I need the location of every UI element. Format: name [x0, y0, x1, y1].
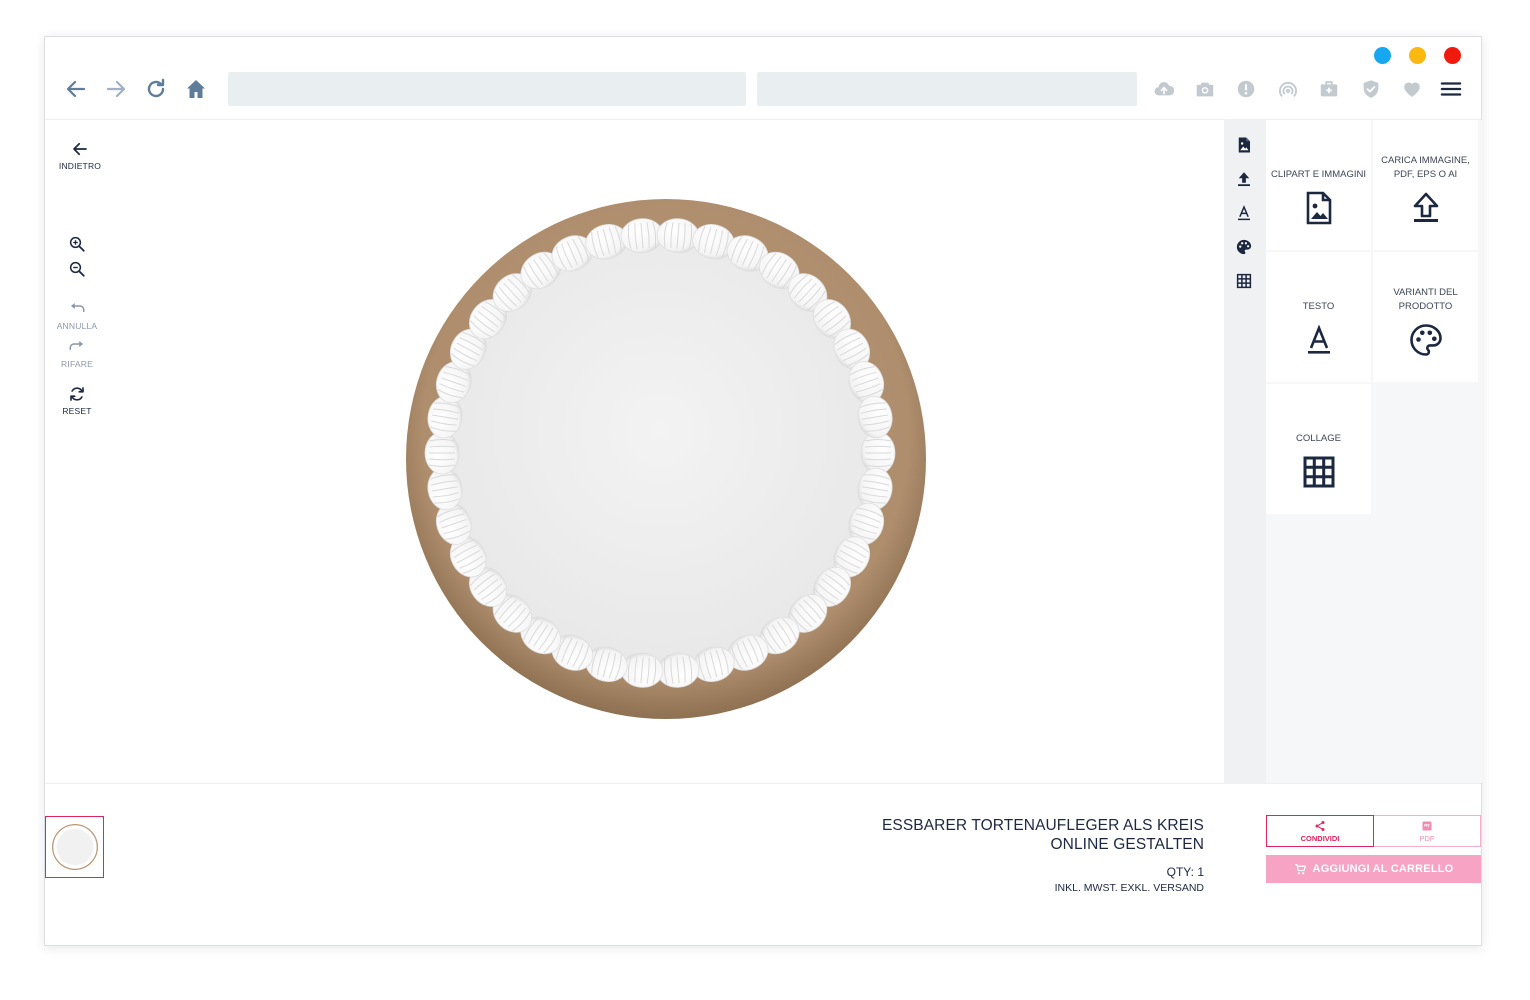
shield-check-icon[interactable]	[1360, 78, 1382, 100]
text-a-icon	[1301, 322, 1337, 358]
tools-panel: CLIPART E IMMAGINI CARICA IMMAGINE, PDF,…	[1266, 120, 1482, 783]
browser-window: INDIETRO ANNULLA RIFARE RESET CLIPART E …	[44, 36, 1482, 946]
undo-button[interactable]: ANNULLA	[42, 300, 112, 331]
red-dot[interactable]	[1444, 47, 1461, 64]
footer-divider	[45, 783, 1481, 784]
palette-icon[interactable]	[1235, 238, 1255, 258]
undo-icon	[71, 303, 85, 312]
blue-dot[interactable]	[1374, 47, 1391, 64]
product-quantity: QTY: 1	[1166, 865, 1204, 879]
grid-icon[interactable]	[1235, 272, 1255, 292]
tool-rail	[1224, 120, 1266, 783]
reset-button[interactable]: RESET	[42, 385, 112, 416]
collage-tile[interactable]: COLLAGE	[1266, 384, 1371, 514]
text-tile[interactable]: TESTO	[1266, 252, 1371, 382]
window-controls	[1374, 47, 1461, 64]
url-bar[interactable]	[228, 72, 746, 106]
image-file-icon[interactable]	[1235, 136, 1255, 156]
pdf-button[interactable]: PDF	[1374, 815, 1481, 847]
yellow-dot[interactable]	[1409, 47, 1426, 64]
clipart-tile[interactable]: CLIPART E IMMAGINI	[1266, 120, 1371, 250]
redo-icon	[69, 341, 83, 350]
tile-label: COLLAGE	[1296, 433, 1341, 444]
cart-icon	[1294, 863, 1306, 874]
zoom-in-button[interactable]	[42, 235, 112, 253]
add-to-cart-button[interactable]: AGGIUNGI AL CARRELLO	[1266, 855, 1481, 883]
share-label: CONDIVIDI	[1300, 833, 1340, 843]
tile-label: CARICA IMMAGINE, PDF, EPS O AI	[1381, 155, 1470, 180]
redo-button[interactable]: RIFARE	[42, 338, 112, 369]
product-thumbnail[interactable]	[45, 816, 104, 878]
zoom-out-button[interactable]	[42, 260, 112, 278]
product-tax-note: INKL. MWST. EXKL. VERSAND	[1054, 882, 1204, 894]
pdf-file-icon	[1422, 821, 1432, 830]
heart-icon[interactable]	[1401, 78, 1423, 100]
palette-icon	[1408, 322, 1444, 358]
upload-tile[interactable]: CARICA IMMAGINE, PDF, EPS O AI	[1373, 120, 1478, 250]
home-icon[interactable]	[183, 76, 209, 102]
product-title: ESSBARER TORTENAUFLEGER ALS KREIS ONLINE…	[881, 817, 1204, 853]
search-bar[interactable]	[757, 72, 1137, 106]
tile-label: TESTO	[1302, 301, 1335, 312]
design-canvas[interactable]	[405, 198, 927, 720]
broadcast-icon[interactable]	[1277, 78, 1299, 100]
reset-label: RESET	[62, 406, 92, 416]
briefcase-icon[interactable]	[1318, 78, 1340, 100]
tile-label: CLIPART E IMMAGINI	[1270, 169, 1367, 180]
back-button[interactable]: INDIETRO	[45, 140, 115, 171]
cake-thumbnail	[51, 824, 98, 870]
frosting-swirl	[424, 431, 460, 475]
tile-label: VARIANTI DEL PRODOTTO	[1393, 287, 1458, 312]
reload-icon[interactable]	[143, 76, 169, 102]
add-to-cart-label: AGGIUNGI AL CARRELLO	[1312, 863, 1454, 875]
image-file-icon	[1301, 190, 1337, 226]
grid-icon	[1301, 454, 1337, 490]
arrow-left-icon	[73, 142, 87, 156]
frosting-swirl	[860, 431, 896, 475]
product-info: ESSBARER TORTENAUFLEGER ALS KREIS ONLINE…	[824, 816, 1204, 894]
back-arrow-icon[interactable]	[63, 76, 89, 102]
text-a-icon[interactable]	[1235, 204, 1255, 224]
reset-icon	[70, 387, 84, 401]
cloud-upload-icon[interactable]	[1153, 78, 1175, 100]
pdf-label: PDF	[1419, 833, 1435, 843]
browser-toolbar	[45, 70, 1481, 108]
camera-icon[interactable]	[1194, 78, 1216, 100]
alert-icon[interactable]	[1235, 78, 1257, 100]
forward-arrow-icon[interactable]	[103, 76, 129, 102]
undo-label: ANNULLA	[56, 321, 98, 331]
zoom-out-icon	[69, 261, 85, 277]
upload-icon	[1408, 190, 1444, 226]
hamburger-menu-icon[interactable]	[1440, 78, 1462, 100]
share-button[interactable]: CONDIVIDI	[1266, 815, 1374, 847]
upload-icon[interactable]	[1235, 170, 1255, 190]
zoom-in-icon	[69, 236, 85, 252]
redo-label: RIFARE	[61, 359, 93, 369]
variants-tile[interactable]: VARIANTI DEL PRODOTTO	[1373, 252, 1478, 382]
back-label: INDIETRO	[58, 161, 102, 171]
cake-preview	[406, 199, 926, 719]
share-icon	[1315, 820, 1325, 831]
